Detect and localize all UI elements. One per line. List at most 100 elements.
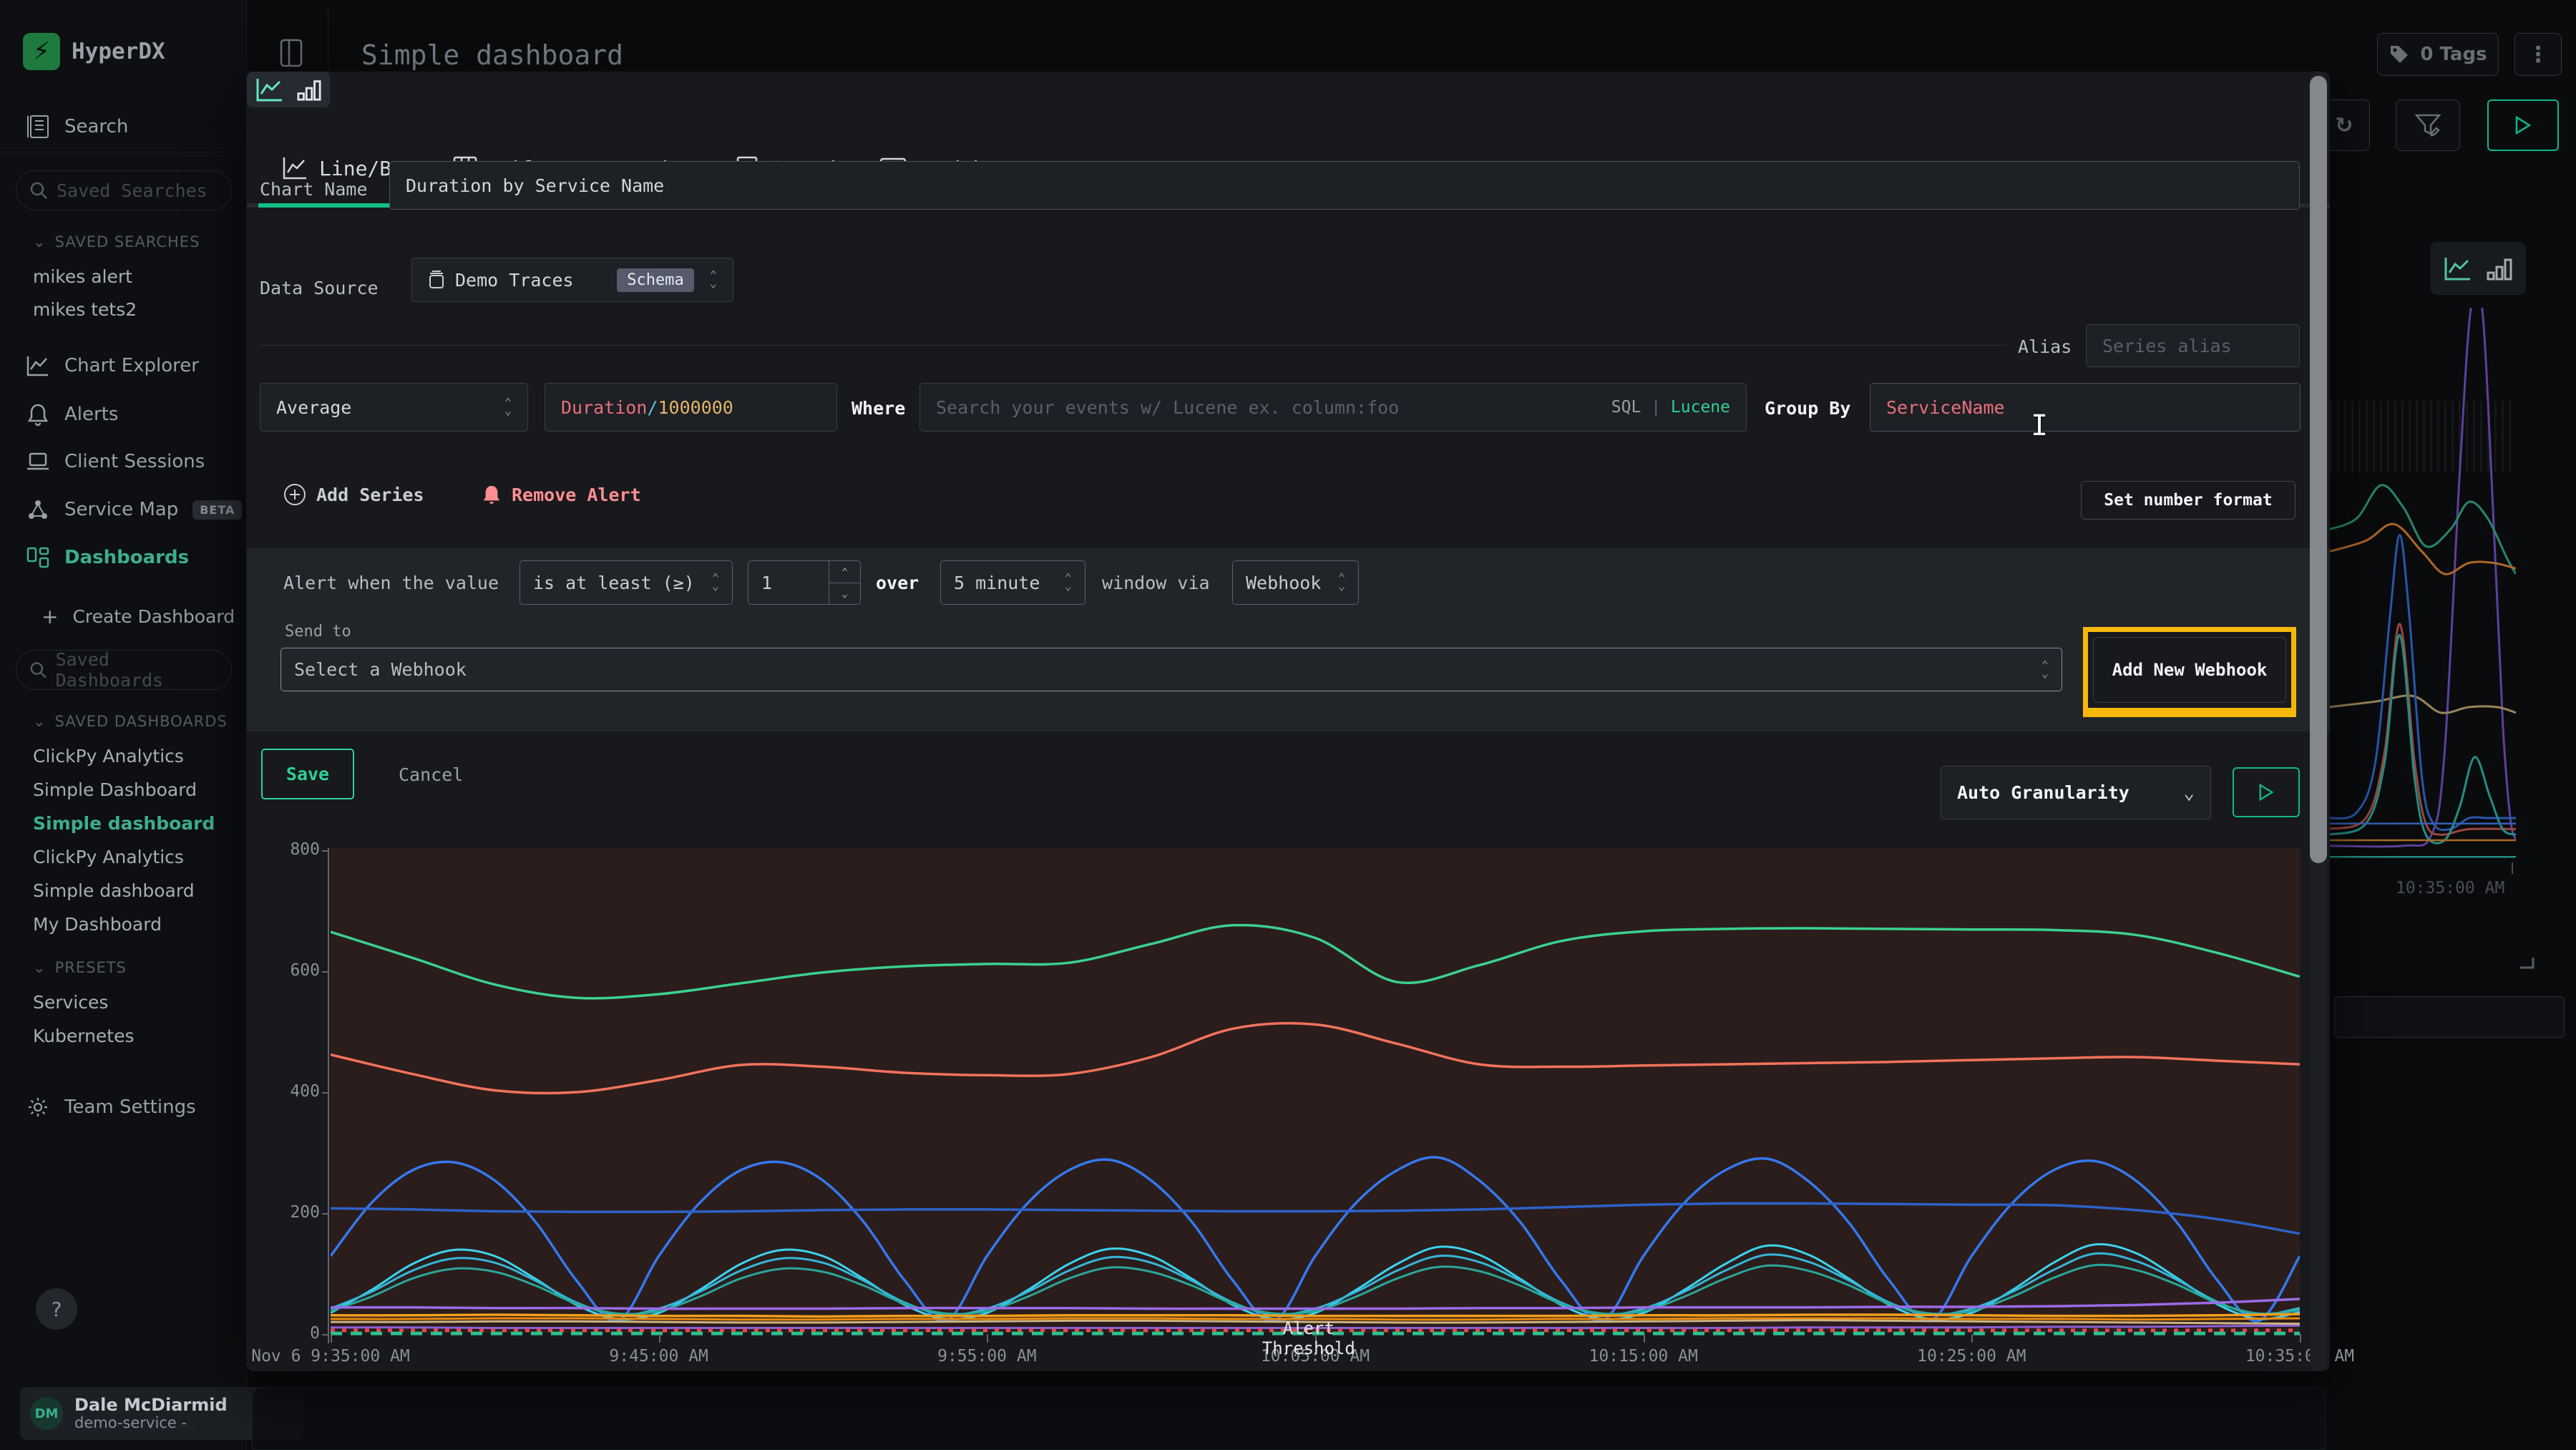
aggregation-select[interactable]: Average ⌃⌄ (260, 383, 528, 432)
set-number-format-button[interactable]: Set number format (2081, 481, 2296, 520)
preset-item[interactable]: Kubernetes (33, 1026, 135, 1046)
play-icon (2514, 115, 2532, 135)
webhook-select[interactable]: Select a Webhook ⌃⌄ (280, 648, 2062, 691)
database-icon (428, 270, 445, 290)
y-tick-label: 400 (248, 1082, 320, 1101)
user-name: Dale McDiarmid (74, 1396, 228, 1414)
field-expression-input[interactable]: Duration/1000000 (545, 383, 837, 432)
kebab-icon: ⋮ (2527, 42, 2549, 67)
x-tick (1971, 1334, 1973, 1343)
sidebar-item-chart-explorer[interactable]: Chart Explorer (26, 355, 199, 376)
help-button[interactable]: ? (36, 1288, 77, 1330)
saved-search-item[interactable]: mikes alert (33, 266, 132, 287)
x-tick-label: 10:15:00 AM (1589, 1347, 1697, 1366)
x-tick-label: Nov 6 9:35:00 AM (251, 1347, 410, 1366)
resize-handle-icon[interactable] (2519, 956, 2534, 969)
laptop-icon (26, 452, 50, 472)
alert-condition-select[interactable]: is at least (≥) ⌃⌄ (519, 560, 733, 605)
saved-dashboards-input[interactable]: Saved Dashboards (16, 650, 232, 690)
saved-dashboard-item[interactable]: My Dashboard (33, 914, 162, 935)
line-chart-icon (282, 156, 308, 180)
saved-dashboards-section-header[interactable]: ⌄ SAVED DASHBOARDS (33, 713, 244, 730)
group-by-input[interactable]: ServiceName (1870, 383, 2301, 432)
alert-threshold-input[interactable]: 1 ⌃⌄ (748, 560, 861, 605)
alias-label: Alias (2018, 336, 2072, 357)
saved-dashboard-item[interactable]: Simple dashboard (33, 880, 195, 901)
x-tick (331, 1334, 332, 1343)
saved-search-item[interactable]: mikes tets2 (33, 299, 137, 320)
chevron-down-icon: ⌄ (33, 959, 47, 976)
add-series-button[interactable]: Add Series (283, 483, 424, 506)
select-chevrons-icon: ⌃⌄ (710, 272, 717, 288)
chevron-down-icon: ⌄ (2183, 782, 2195, 804)
line-chart-icon (255, 77, 284, 102)
saved-searches-input[interactable]: Saved Searches (16, 170, 232, 210)
sidebar-item-search[interactable]: Search (26, 115, 128, 139)
background-axis-tick (2512, 862, 2513, 874)
kebab-menu-button[interactable]: ⋮ (2514, 33, 2562, 76)
brand-name: HyperDX (72, 39, 165, 64)
y-tick (322, 1334, 328, 1335)
sql-lucene-toggle[interactable]: SQL | Lucene (1611, 398, 1730, 417)
chart-name-input[interactable]: Duration by Service Name (389, 161, 2300, 210)
remove-alert-button[interactable]: Remove Alert (482, 483, 641, 506)
sidebar-item-label: Search (64, 116, 128, 137)
sidebar-item-service-map[interactable]: Service Map BETA (26, 499, 242, 520)
spinner-up-icon: ⌃ (829, 561, 860, 583)
create-dashboard-button[interactable]: + Create Dashboard (42, 605, 235, 628)
save-button[interactable]: Save (261, 749, 354, 799)
preset-item[interactable]: Services (33, 992, 108, 1013)
sidebar-item-dashboards[interactable]: Dashboards (26, 547, 189, 568)
saved-searches-section-header[interactable]: ⌄ SAVED SEARCHES (33, 233, 200, 250)
sidebar-collapse-icon[interactable] (275, 34, 307, 72)
sidebar-item-alerts[interactable]: Alerts (26, 403, 118, 426)
sidebar-item-team-settings[interactable]: Team Settings (26, 1096, 196, 1118)
app-root: ⚡ HyperDX Search Saved Searches ⌄ SAVED … (0, 0, 2576, 1450)
play-icon (2258, 783, 2275, 802)
background-input-bar[interactable] (2334, 996, 2565, 1038)
tag-icon (2389, 44, 2410, 65)
hyperdx-logo-icon: ⚡ (23, 33, 60, 70)
filter-button[interactable] (2396, 99, 2460, 151)
chevron-down-icon: ⌄ (33, 713, 47, 730)
select-chevrons-icon: ⌃⌄ (1065, 575, 1072, 590)
select-chevrons-icon: ⌃⌄ (712, 575, 719, 590)
number-spinner[interactable]: ⌃⌄ (829, 561, 860, 604)
saved-dashboard-item[interactable]: ClickPy Analytics (33, 746, 184, 767)
saved-dashboard-item[interactable]: ClickPy Analytics (33, 847, 184, 867)
saved-dashboard-item[interactable]: Simple Dashboard (33, 779, 197, 800)
plus-circle-icon (283, 483, 306, 506)
background-chart-type-toggle[interactable] (2430, 242, 2526, 295)
tags-button[interactable]: 0 Tags (2377, 33, 2499, 76)
data-source-select[interactable]: Demo Traces Schema ⌃⌄ (411, 258, 733, 302)
timeseries-chart (331, 848, 2300, 1336)
beta-badge: BETA (192, 500, 242, 520)
add-new-webhook-button[interactable]: Add New Webhook (2093, 637, 2286, 703)
cancel-button[interactable]: Cancel (399, 764, 463, 785)
group-by-label: Group By (1765, 398, 1850, 419)
saved-dashboard-item-active[interactable]: Simple dashboard (33, 813, 215, 834)
presets-section-header[interactable]: ⌄ PRESETS (33, 959, 127, 976)
chart-type-toggle[interactable] (247, 72, 330, 107)
select-chevrons-icon: ⌃⌄ (1338, 575, 1345, 590)
alert-window-select[interactable]: 5 minute ⌃⌄ (940, 560, 1085, 605)
alert-channel-select[interactable]: Webhook ⌃⌄ (1232, 560, 1359, 605)
x-tick-label: 9:55:00 AM (937, 1347, 1036, 1366)
alias-input[interactable]: Series alias (2086, 324, 2300, 367)
edit-chart-modal: Line/Bar Table 123 Number Search Markdow… (247, 72, 2330, 1371)
background-card-edge (252, 1387, 2326, 1450)
data-source-label: Data Source (260, 278, 379, 298)
search-icon (29, 181, 48, 200)
sidebar-item-client-sessions[interactable]: Client Sessions (26, 451, 205, 472)
alert-threshold-label: Alert Threshold (1237, 1318, 1380, 1358)
y-tick (322, 971, 328, 973)
where-search-input[interactable]: Search your events w/ Lucene ex. column:… (919, 383, 1747, 432)
run-chart-button[interactable] (2233, 767, 2300, 817)
y-tick-label: 600 (248, 961, 320, 980)
page-title: Simple dashboard (361, 39, 623, 71)
y-tick (322, 1092, 328, 1094)
scrollbar-thumb[interactable] (2310, 76, 2327, 863)
brand-logo[interactable]: ⚡ HyperDX (23, 33, 165, 70)
granularity-select[interactable]: Auto Granularity ⌄ (1941, 766, 2211, 819)
run-query-button[interactable] (2487, 99, 2559, 151)
